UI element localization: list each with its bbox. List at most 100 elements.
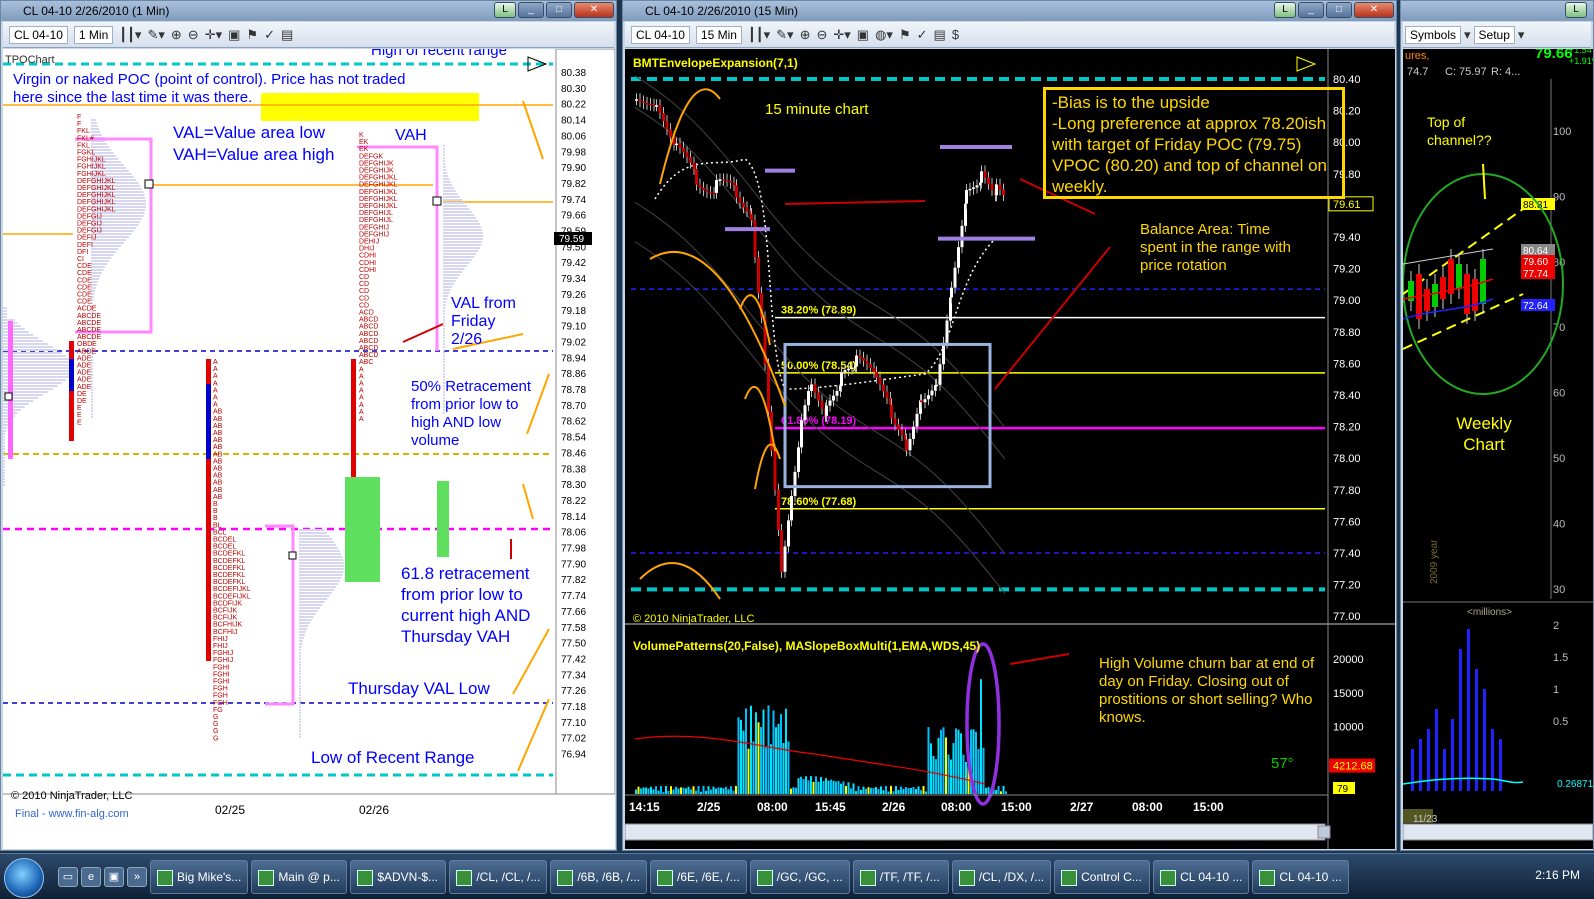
dropdown-icon[interactable]: ▾ (1464, 27, 1471, 43)
volume-profile-bar (299, 556, 343, 558)
volume-bar (685, 788, 687, 794)
note-top-channel: Top of channel?? (1427, 114, 1492, 148)
taskbar-item[interactable]: /6B, /6B, /... (550, 859, 648, 894)
properties-icon[interactable]: ▣ (228, 27, 240, 43)
volume-bar (932, 756, 935, 794)
crosshair-icon[interactable]: ✛▾ (205, 27, 222, 43)
left-instrument-selector[interactable]: CL 04-10 (9, 25, 68, 44)
volume-bar (755, 712, 757, 794)
browser-icon[interactable]: e (81, 866, 101, 887)
tpo-label: TPOChart (5, 54, 55, 66)
right-window-titlebar[interactable]: L (1401, 1, 1593, 21)
volume-bar (957, 729, 960, 794)
tpo-letters: ADE (77, 355, 92, 362)
tpo-letters: AB (213, 444, 223, 451)
bar-type-icon[interactable]: ┃┃▾ (748, 27, 770, 43)
volume-profile-bar (3, 331, 29, 333)
volume-profile-bar (3, 430, 7, 432)
volume-bar (875, 786, 877, 794)
taskbar-item[interactable]: CL 04-10 ... (1252, 859, 1349, 894)
volume-bar (702, 785, 705, 794)
volume-profile-bar (443, 181, 451, 183)
taskbar-item[interactable]: /GC, /GC, ... (749, 859, 850, 894)
strategy-icon[interactable]: ⚑ (246, 27, 258, 43)
taskbar-item[interactable]: /TF, /TF, /... (852, 859, 949, 894)
taskbar-item[interactable]: Main @ p... (251, 859, 348, 894)
price-tick-label: 77.40 (1333, 548, 1361, 560)
volume-profile-bar (443, 322, 445, 324)
volume-bar (645, 787, 647, 794)
indicator-icon[interactable]: ✓ (264, 27, 275, 43)
weekly-tick-label: 60 (1553, 388, 1565, 400)
volume-profile-bar (299, 703, 301, 705)
taskbar-item[interactable]: CL 04-10 ... (1153, 859, 1250, 894)
left-footer-link[interactable]: Final - www.fin-alg.com (15, 805, 129, 823)
center-close-button[interactable]: ✕ (1354, 2, 1394, 18)
zoom-out-icon[interactable]: ⊖ (816, 27, 827, 43)
start-button[interactable] (4, 858, 44, 898)
taskbar-item[interactable]: /CL, /DX, /... (951, 859, 1052, 894)
draw-tool-icon[interactable]: ✎▾ (776, 27, 793, 43)
coin-icon[interactable]: $ (952, 27, 959, 42)
scrollbar-thumb (1317, 825, 1331, 839)
left-minimize-button[interactable]: L (494, 2, 516, 18)
taskbar-item[interactable]: Big Mike's... (150, 859, 249, 894)
volume-profile-bar (443, 325, 445, 327)
dropdown-icon[interactable]: ▾ (1518, 27, 1525, 43)
right-minimize-button[interactable]: L (1565, 2, 1587, 18)
volume-profile-bar (299, 697, 301, 699)
taskbar-item[interactable]: $ADVN-$... (350, 859, 447, 894)
center-window-titlebar[interactable]: CL 04-10 2/26/2010 (15 Min) L _ □ ✕ (623, 1, 1396, 21)
symbols-button[interactable]: Symbols (1405, 25, 1462, 44)
candle-body (893, 418, 897, 425)
data-box-icon[interactable]: ▤ (934, 27, 946, 43)
bar-type-icon[interactable]: ┃┃▾ (119, 27, 141, 43)
volume-bar (792, 787, 795, 794)
volume-profile-bar (299, 583, 339, 585)
price-tick-label: 79.90 (561, 163, 586, 174)
more-icon[interactable]: » (127, 866, 147, 887)
left-maximize-icon[interactable]: □ (546, 2, 572, 18)
properties-icon[interactable]: ▣ (857, 27, 869, 43)
left-window-titlebar[interactable]: CL 04-10 2/26/2010 (1 Min) L _ □ ✕ (1, 1, 616, 21)
left-minimize-icon[interactable]: _ (518, 2, 544, 18)
volume-profile-bar (299, 676, 301, 678)
center-minimize-icon[interactable]: _ (1298, 2, 1324, 18)
data-box-icon[interactable]: ▤ (281, 27, 293, 43)
tpo-letters: DEHIJ (359, 239, 379, 246)
left-chart-window[interactable]: CL 04-10 2/26/2010 (1 Min) L _ □ ✕ CL 04-10… (0, 0, 617, 851)
center-instrument-selector[interactable]: CL 04-10 (631, 25, 690, 44)
center-maximize-icon[interactable]: □ (1326, 2, 1352, 18)
note-val-friday: VAL from Friday 2/26 (451, 295, 516, 348)
center-minimize-button[interactable]: L (1274, 2, 1296, 18)
show-desktop-icon[interactable]: ▭ (58, 866, 78, 887)
strategy-icon[interactable]: ⚑ (899, 27, 911, 43)
left-close-button[interactable]: ✕ (574, 2, 614, 18)
taskbar-item[interactable]: /CL, /CL, /... (449, 859, 548, 894)
app-icon[interactable]: ▣ (104, 866, 124, 887)
price-chart-pane[interactable]: 80.4080.2080.0079.8079.6179.4079.2079.00… (625, 49, 1395, 849)
poc-marker (432, 196, 442, 206)
left-interval-selector[interactable]: 1 Min (73, 25, 114, 44)
volume-bar (892, 791, 895, 794)
candle-body (998, 184, 1002, 190)
weekly-chart-window[interactable]: L Symbols ▾ Setup ▾ 100 90 80 70 60 50 40 30 88.… (1400, 0, 1594, 851)
price-tick-label: 77.42 (561, 654, 586, 665)
tpo-chart-pane[interactable]: 80.38 80.30 80.22 80.14 80.06 79.98 79.90 79.82… (3, 49, 615, 849)
taskbar-item[interactable]: Control C... (1054, 859, 1151, 894)
crosshair-icon[interactable]: ✛▾ (833, 27, 850, 43)
volume-bar (770, 744, 772, 794)
zoom-in-icon[interactable]: ⊕ (800, 27, 811, 43)
center-chart-window[interactable]: CL 04-10 2/26/2010 (15 Min) L _ □ ✕ CL 04-1… (622, 0, 1397, 851)
indicator-icon[interactable]: ✓ (917, 27, 928, 43)
setup-button[interactable]: Setup (1473, 25, 1515, 44)
price-tick-label: 77.10 (561, 718, 586, 729)
zoom-out-icon[interactable]: ⊖ (188, 27, 199, 43)
weekly-chart-pane[interactable]: 100 90 80 70 60 50 40 30 88.31 80.64 79.60 77.74 72.… (1403, 49, 1593, 849)
globe-icon[interactable]: ◍▾ (875, 27, 893, 43)
center-interval-selector[interactable]: 15 Min (695, 25, 742, 44)
draw-tool-icon[interactable]: ✎▾ (147, 27, 164, 43)
taskbar-item[interactable]: /6E, /6E, /... (650, 859, 747, 894)
zoom-in-icon[interactable]: ⊕ (171, 27, 182, 43)
volume-profile-bar (443, 316, 445, 318)
